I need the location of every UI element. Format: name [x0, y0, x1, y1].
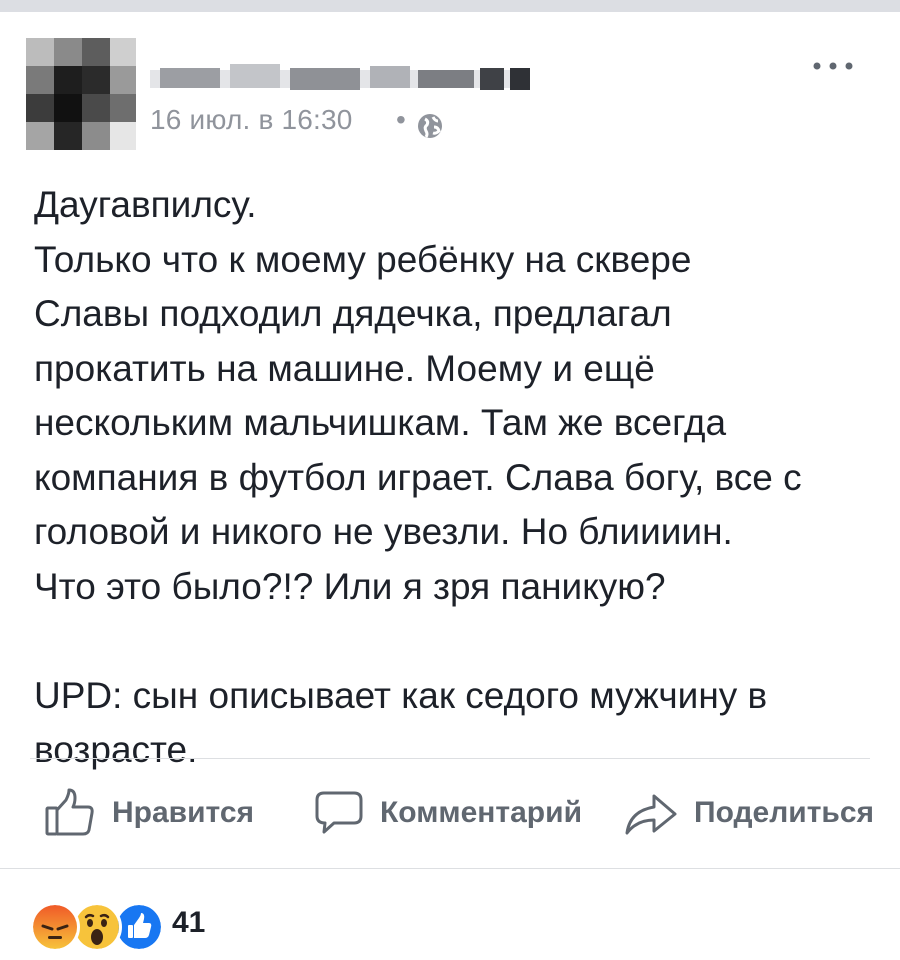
share-arrow-icon [625, 794, 677, 835]
author-name-redacted[interactable] [150, 56, 540, 90]
share-label: Поделиться [694, 796, 875, 829]
post-line: нескольким мальчишкам. Там же всегда [34, 402, 727, 443]
angry-reaction-icon [30, 902, 80, 952]
post-line: прокатить на машине. Моему и ещё [34, 347, 655, 389]
reactions-divider [0, 868, 900, 869]
comment-button[interactable]: Комментарий [314, 788, 582, 838]
post-timestamp[interactable]: 16 июл. в 16:30 [150, 104, 353, 136]
share-button[interactable]: Поделиться [624, 788, 874, 838]
post-line: Что это было?!? Или я зря паникую? [34, 565, 666, 607]
feed-background [0, 0, 900, 12]
post-line: Только что к моему ребёнку на сквере [34, 238, 692, 280]
globe-icon [418, 114, 442, 138]
post-line: Даугавпилсу. [34, 184, 257, 225]
like-button[interactable]: Нравится [44, 788, 254, 838]
meta-separator: • [396, 104, 406, 135]
post-card: 16 июл. в 16:30 • Даугавпилсу. Только чт… [0, 12, 900, 960]
avatar[interactable] [26, 38, 136, 150]
post-line: головой и никого не увезли. Но блиииин. [34, 511, 733, 552]
more-dots-icon[interactable] [810, 56, 856, 76]
like-label: Нравится [112, 796, 255, 829]
post-line: Славы подходил дядечка, предлагал [34, 293, 672, 334]
actions-divider [30, 758, 870, 759]
thumbs-up-icon [45, 788, 94, 836]
comment-bubble-icon [315, 791, 363, 834]
update-line: возрасте. [34, 729, 198, 770]
post-body: Даугавпилсу. Только что к моему ребёнку … [34, 178, 884, 778]
reaction-count[interactable]: 41 [172, 906, 205, 940]
post-line: компания в футбол играет. Слава богу, вс… [34, 456, 802, 498]
comment-label: Комментарий [380, 796, 583, 829]
update-line: UPD: сын описывает как седого мужчину в [34, 674, 768, 716]
